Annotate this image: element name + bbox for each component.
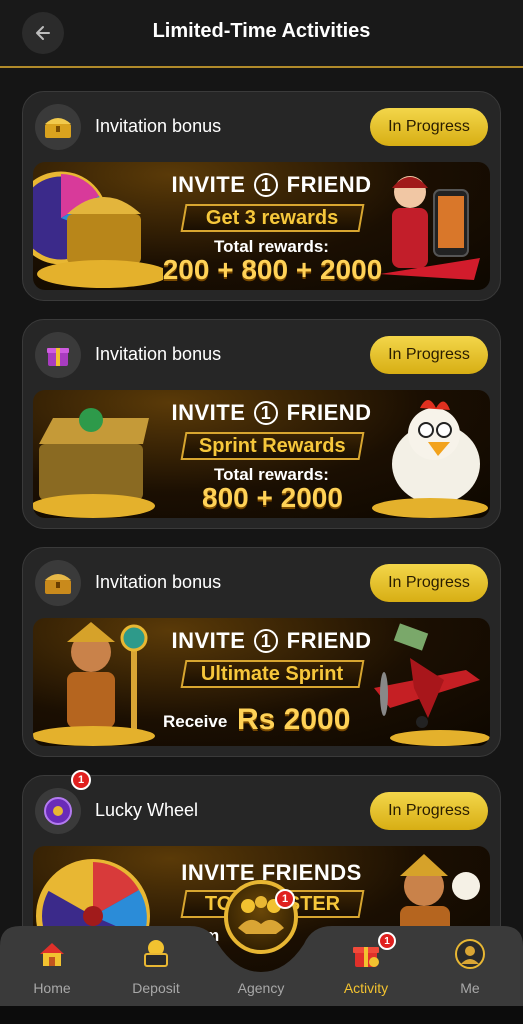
activity-card[interactable]: Invitation bonus In Progress INVITE 1 FR… xyxy=(22,547,501,757)
status-button[interactable]: In Progress xyxy=(370,564,488,602)
treasure-chest-illustration xyxy=(33,408,155,518)
card-header: Invitation bonus In Progress xyxy=(23,548,500,618)
card-title: Invitation bonus xyxy=(95,116,222,136)
banner-headline-text: FRIEND xyxy=(286,400,372,425)
banner-headline-text: INVITE xyxy=(171,628,246,653)
top-bar: Limited-Time Activities xyxy=(0,0,523,68)
activity-card[interactable]: Invitation bonus In Progress INVITE 1 FR… xyxy=(22,91,501,301)
banner-headline-text: FRIEND xyxy=(286,172,372,197)
card-title: Invitation bonus xyxy=(95,344,222,364)
card-title: Lucky Wheel xyxy=(95,800,199,820)
card-title: Invitation bonus xyxy=(95,572,222,592)
banner-headline: INVITE 1 FRIEND xyxy=(163,400,380,426)
banner-headline: INVITE 1 FRIEND xyxy=(163,628,380,654)
home-icon xyxy=(40,943,64,966)
banner-ribbon: Get 3 rewards xyxy=(180,204,365,232)
banner-headline-text: INVITE xyxy=(171,400,246,425)
friend-count: 1 xyxy=(254,401,278,425)
lucky-wheel-icon xyxy=(35,788,81,834)
airplane-illustration xyxy=(374,623,490,746)
status-button[interactable]: In Progress xyxy=(370,336,488,374)
avatar-icon xyxy=(455,939,485,969)
banner-headline-text: INVITE xyxy=(171,172,246,197)
promo-banner[interactable]: INVITE 1 FRIEND Get 3 rewards Total rewa… xyxy=(33,162,490,290)
card-header: Invitation bonus In Progress xyxy=(23,320,500,390)
warrior-illustration xyxy=(33,622,155,746)
activities-screen: Limited-Time Activities Invitation bonus… xyxy=(0,0,523,1024)
activity-card[interactable]: Invitation bonus In Progress INVITE 1 FR… xyxy=(22,319,501,529)
deposit-icon xyxy=(144,940,168,967)
banner-subtitle: Receive xyxy=(163,712,228,731)
promo-banner[interactable]: INVITE 1 FRIEND Sprint Rewards Total rew… xyxy=(33,390,490,518)
friend-count: 1 xyxy=(254,173,278,197)
treasure-chest-icon xyxy=(35,104,81,150)
banner-headline-text: FRIEND xyxy=(286,628,372,653)
nav-label: Agency xyxy=(237,980,285,996)
nav-me[interactable]: Me xyxy=(430,938,510,1002)
nav-label: Me xyxy=(460,980,480,996)
banner-amount: 200 + 800 + 2000 xyxy=(162,254,383,285)
banner-ribbon-text: Sprint Rewards xyxy=(199,434,346,457)
treasure-illustration xyxy=(33,171,163,288)
banner-amount: 800 + 2000 xyxy=(202,482,343,513)
card-header: Invitation bonus In Progress xyxy=(23,92,500,162)
status-button[interactable]: In Progress xyxy=(370,792,488,830)
nav-home[interactable]: Home xyxy=(12,938,92,1002)
nav-label: Activity xyxy=(343,980,389,996)
banner-amount: Rs 2000 xyxy=(237,703,351,736)
chicken-illustration xyxy=(372,400,488,518)
notification-badge: 1 xyxy=(71,770,91,790)
banner-ribbon: Sprint Rewards xyxy=(180,432,365,460)
notification-badge: 1 xyxy=(378,932,396,950)
page-title: Limited-Time Activities xyxy=(152,20,371,42)
pilot-girl-illustration xyxy=(380,176,480,280)
friend-count: 1 xyxy=(254,629,278,653)
system-bar xyxy=(0,1006,523,1024)
status-button[interactable]: In Progress xyxy=(370,108,488,146)
banner-ribbon-text: Ultimate Sprint xyxy=(201,662,344,685)
treasure-chest-icon xyxy=(35,560,81,606)
promo-banner[interactable]: INVITE 1 FRIEND Ultimate Sprint Receive … xyxy=(33,618,490,746)
gift-box-icon xyxy=(35,332,81,378)
nav-label: Deposit xyxy=(132,980,180,996)
banner-ribbon-text: Get 3 rewards xyxy=(206,206,339,229)
nav-label: Home xyxy=(33,980,71,996)
nav-activity[interactable]: 1 Activity xyxy=(326,932,406,1002)
notification-badge: 1 xyxy=(275,889,295,909)
banner-ribbon: Ultimate Sprint xyxy=(180,660,365,688)
card-header: 1 Lucky Wheel In Progress xyxy=(23,770,500,846)
nav-deposit[interactable]: Deposit xyxy=(116,938,196,1002)
banner-headline: INVITE 1 FRIEND xyxy=(163,172,380,198)
